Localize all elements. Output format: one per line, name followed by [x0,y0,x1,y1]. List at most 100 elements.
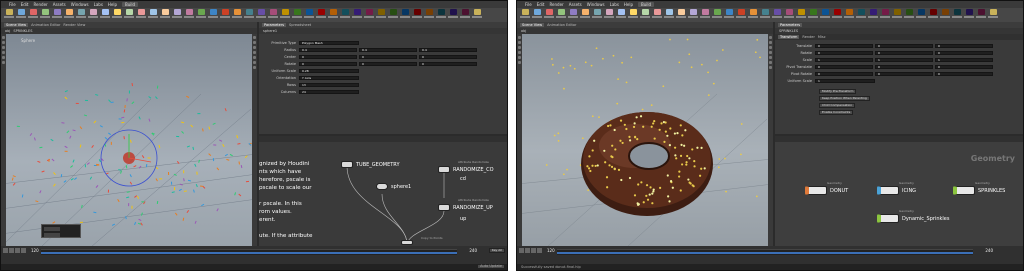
shelf-tool-16[interactable] [699,9,711,21]
path-obj[interactable]: obj [521,29,526,33]
shelf-tool-32[interactable] [375,9,387,21]
play-reverse-button[interactable] [519,248,524,253]
shelf-tool-23[interactable] [267,9,279,21]
shelf-tool-9[interactable] [99,9,111,21]
shelf-tool-1[interactable] [3,9,15,21]
shelf-tool-24[interactable] [795,9,807,21]
shelf-tool-6[interactable] [579,9,591,21]
param-toggle[interactable]: Enable Constraints [819,110,854,115]
end-frame[interactable]: 240 [469,248,477,253]
path-sprinkles[interactable]: SPRINKLES [779,29,798,33]
shelf-tool-15[interactable] [687,9,699,21]
param-field[interactable]: 0 [419,55,477,59]
shelf-tool-34[interactable] [915,9,927,21]
shelf-tool-10[interactable] [627,9,639,21]
shelf-tool-20[interactable] [747,9,759,21]
param-field[interactable]: 24 [299,90,359,94]
step-forward-button[interactable] [537,248,542,253]
param-field[interactable]: 0.4 [359,48,417,52]
tab-misc[interactable]: Misc [818,35,826,39]
shelf-tool-24[interactable] [279,9,291,21]
timeline[interactable]: 120 240 Key All [1,246,507,266]
menu-assets[interactable]: Assets [569,2,582,7]
tab-transform[interactable]: Transform [778,35,800,39]
shelf-tool-7[interactable] [591,9,603,21]
param-field[interactable]: 0 [299,62,357,66]
shelf-tool-33[interactable] [387,9,399,21]
param-field[interactable]: 13 [299,83,359,87]
param-field[interactable]: 0 [419,62,477,66]
tab-render-view[interactable]: Render View [63,23,85,27]
param-field[interactable]: 0 [875,44,933,48]
tab-scene-view[interactable]: Scene View [520,23,545,27]
param-field[interactable]: 1 [935,58,993,62]
param-field[interactable]: 0 [815,65,873,69]
shelf-tool-35[interactable] [927,9,939,21]
param-field[interactable]: 0.4 [299,48,357,52]
shelf-tool-36[interactable] [939,9,951,21]
shelf-tool-11[interactable] [123,9,135,21]
shelf-tool-37[interactable] [951,9,963,21]
path-sprinkles[interactable]: SPRINKLES [13,29,32,33]
shelf-tool-3[interactable] [543,9,555,21]
desktop-selector[interactable]: Build [638,2,655,7]
menu-windows[interactable]: Windows [587,2,605,7]
shelf-tool-28[interactable] [327,9,339,21]
shelf-tool-40[interactable] [471,9,483,21]
current-frame[interactable]: 120 [547,248,555,253]
param-field[interactable]: 0 [359,55,417,59]
param-field[interactable]: 0 [815,44,873,48]
path-sphere[interactable]: sphere1 [263,29,277,33]
shelf-tool-9[interactable] [615,9,627,21]
timeline-bar-right[interactable] [557,249,973,255]
shelf-tool-29[interactable] [339,9,351,21]
shelf-tool-5[interactable] [567,9,579,21]
shelf-tool-6[interactable] [63,9,75,21]
shelf-tool-21[interactable] [243,9,255,21]
shelf-tool-19[interactable] [735,9,747,21]
param-field[interactable]: 0.28 [299,69,359,73]
shelf-tool-2[interactable] [15,9,27,21]
param-field[interactable]: 0 [815,72,873,76]
shelf-tool-17[interactable] [195,9,207,21]
end-frame[interactable]: 240 [985,248,993,253]
node-copy-to-points[interactable]: Copy to Points [401,236,443,245]
shelf-tool-31[interactable] [363,9,375,21]
tab-animation-editor[interactable]: Animation Editor [31,23,60,27]
shelf-tool-39[interactable] [975,9,987,21]
menu-edit[interactable]: Edit [21,2,29,7]
menu-assets[interactable]: Assets [53,2,66,7]
key-channels-button[interactable]: Key All [488,248,505,253]
param-field[interactable]: 0 [935,65,993,69]
param-field[interactable]: 0 [815,51,873,55]
tab-render[interactable]: Render [802,35,814,39]
shelf-tool-30[interactable] [867,9,879,21]
shelf-tool-25[interactable] [291,9,303,21]
shelf-tool-12[interactable] [651,9,663,21]
network-editor[interactable]: gnized by Houdini nts which have herefore,… [259,136,507,247]
node-donut[interactable]: Geometry DONUT [805,181,848,195]
shelf-tool-38[interactable] [447,9,459,21]
shelf-tool-18[interactable] [723,9,735,21]
step-forward-button[interactable] [21,248,26,253]
node-randomize-cd[interactable]: Attribute Randomize RANDOMIZE_CO [438,160,494,173]
shelf-tool-26[interactable] [819,9,831,21]
shelf-tool-21[interactable] [759,9,771,21]
node-sprinkles[interactable]: Geometry SPRINKLES [953,181,1005,195]
play-reverse-button[interactable] [3,248,8,253]
param-field[interactable]: 0.4 [419,48,477,52]
step-back-button[interactable] [525,248,530,253]
param-toggle[interactable]: Keep Position When Parenting [819,96,870,101]
param-field[interactable]: 0 [935,44,993,48]
param-field[interactable]: 0 [299,55,357,59]
shelf-tool-13[interactable] [147,9,159,21]
shelf-tool-18[interactable] [207,9,219,21]
shelf-tool-12[interactable] [135,9,147,21]
node-randomize-up[interactable]: Attribute Randomize RANDOMIZE_UP [438,198,493,211]
shelf-tool-22[interactable] [771,9,783,21]
desktop-selector[interactable]: Build [122,2,139,7]
menu-labs[interactable]: Labs [610,2,619,7]
shelf-tool-16[interactable] [183,9,195,21]
shelf-tool-25[interactable] [807,9,819,21]
play-button[interactable] [15,248,20,253]
